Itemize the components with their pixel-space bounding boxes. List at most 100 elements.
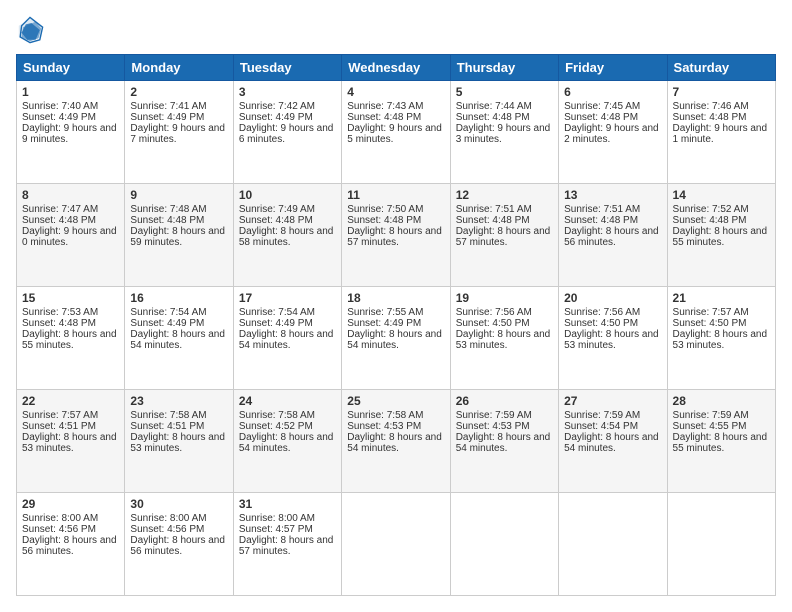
calendar-cell: 15Sunrise: 7:53 AMSunset: 4:48 PMDayligh… [17,287,125,390]
sunrise: Sunrise: 7:58 AM [347,410,423,421]
calendar-cell: 8 Sunrise: 7:47 AMSunset: 4:48 PMDaylight… [17,184,125,287]
sunset: Sunset: 4:48 PM [673,215,747,226]
daylight: Daylight: 9 hours and 0 minutes. [22,226,117,248]
calendar-cell: 7Sunrise: 7:46 AMSunset: 4:48 PMDaylight… [667,81,775,184]
day-number: 30 [130,497,227,511]
day-number: 26 [456,394,553,408]
daylight: Daylight: 8 hours and 54 minutes. [130,329,225,351]
day-number: 24 [239,394,336,408]
sunrise: Sunrise: 7:50 AM [347,204,423,215]
sunset: Sunset: 4:51 PM [130,421,204,432]
day-number: 8 [22,188,119,202]
daylight: Daylight: 9 hours and 7 minutes. [130,123,225,145]
day-number: 29 [22,497,119,511]
sunset: Sunset: 4:48 PM [22,318,96,329]
day-number: 15 [22,291,119,305]
header [16,16,776,44]
calendar-cell: 20Sunrise: 7:56 AMSunset: 4:50 PMDayligh… [559,287,667,390]
calendar-cell: 10Sunrise: 7:49 AMSunset: 4:48 PMDayligh… [233,184,341,287]
day-header-sunday: Sunday [17,55,125,81]
daylight: Daylight: 8 hours and 54 minutes. [456,432,551,454]
sunrise: Sunrise: 8:00 AM [130,513,206,524]
daylight: Daylight: 8 hours and 56 minutes. [130,535,225,557]
calendar-cell: 11Sunrise: 7:50 AMSunset: 4:48 PMDayligh… [342,184,450,287]
sunrise: Sunrise: 7:56 AM [456,307,532,318]
week-row-3: 15 Sunrise: 7:53 AMSunset: 4:48 PM Dayligh… [17,287,776,390]
day-number: 19 [456,291,553,305]
sunset: Sunset: 4:48 PM [564,112,638,123]
daylight: Daylight: 8 hours and 54 minutes. [239,329,334,351]
calendar: SundayMondayTuesdayWednesdayThursdayFrid… [16,54,776,596]
sunset: Sunset: 4:48 PM [130,215,204,226]
calendar-cell: 3Sunrise: 7:42 AMSunset: 4:49 PMDaylight… [233,81,341,184]
daylight: Daylight: 8 hours and 58 minutes. [239,226,334,248]
sunrise: Sunrise: 7:54 AM [239,307,315,318]
day-number: 23 [130,394,227,408]
daylight: Daylight: 8 hours and 53 minutes. [456,329,551,351]
sunset: Sunset: 4:48 PM [22,215,96,226]
calendar-cell: 24Sunrise: 7:58 AMSunset: 4:52 PMDayligh… [233,390,341,493]
sunset: Sunset: 4:52 PM [239,421,313,432]
daylight: Daylight: 8 hours and 53 minutes. [673,329,768,351]
calendar-cell: 26Sunrise: 7:59 AMSunset: 4:53 PMDayligh… [450,390,558,493]
sunset: Sunset: 4:48 PM [564,215,638,226]
calendar-cell: 17Sunrise: 7:54 AMSunset: 4:49 PMDayligh… [233,287,341,390]
sunrise: Sunrise: 7:40 AM [22,101,98,112]
daylight: Daylight: 8 hours and 53 minutes. [130,432,225,454]
calendar-cell: 18Sunrise: 7:55 AMSunset: 4:49 PMDayligh… [342,287,450,390]
day-header-thursday: Thursday [450,55,558,81]
day-number: 31 [239,497,336,511]
calendar-cell: 31Sunrise: 8:00 AMSunset: 4:57 PMDayligh… [233,493,341,596]
calendar-cell: 4Sunrise: 7:43 AMSunset: 4:48 PMDaylight… [342,81,450,184]
sunset: Sunset: 4:48 PM [347,215,421,226]
calendar-cell: 27Sunrise: 7:59 AMSunset: 4:54 PMDayligh… [559,390,667,493]
calendar-cell: 12Sunrise: 7:51 AMSunset: 4:48 PMDayligh… [450,184,558,287]
sunrise: Sunrise: 7:56 AM [564,307,640,318]
sunset: Sunset: 4:49 PM [130,112,204,123]
sunrise: Sunrise: 7:52 AM [673,204,749,215]
calendar-cell [667,493,775,596]
sunset: Sunset: 4:49 PM [239,112,313,123]
day-number: 27 [564,394,661,408]
sunset: Sunset: 4:50 PM [564,318,638,329]
daylight: Daylight: 9 hours and 5 minutes. [347,123,442,145]
calendar-cell: 6Sunrise: 7:45 AMSunset: 4:48 PMDaylight… [559,81,667,184]
week-row-4: 22Sunrise: 7:57 AMSunset: 4:51 PMDayligh… [17,390,776,493]
day-number: 21 [673,291,770,305]
day-number: 6 [564,85,661,99]
calendar-cell [559,493,667,596]
day-number: 17 [239,291,336,305]
sunrise: Sunrise: 7:47 AM [22,204,98,215]
sunset: Sunset: 4:56 PM [130,524,204,535]
calendar-cell: 9Sunrise: 7:48 AMSunset: 4:48 PMDaylight… [125,184,233,287]
daylight: Daylight: 8 hours and 56 minutes. [564,226,659,248]
sunrise: Sunrise: 7:41 AM [130,101,206,112]
sunrise: Sunrise: 7:53 AM [22,307,98,318]
sunrise: Sunrise: 7:58 AM [239,410,315,421]
calendar-cell: 30 Sunrise: 8:00 AMSunset: 4:56 PMDayligh… [125,493,233,596]
calendar-cell: 2Sunrise: 7:41 AMSunset: 4:49 PMDaylight… [125,81,233,184]
sunrise: Sunrise: 7:43 AM [347,101,423,112]
daylight: Daylight: 8 hours and 55 minutes. [673,432,768,454]
calendar-cell: 16Sunrise: 7:54 AMSunset: 4:49 PMDayligh… [125,287,233,390]
calendar-cell: 13Sunrise: 7:51 AMSunset: 4:48 PMDayligh… [559,184,667,287]
calendar-cell: 14Sunrise: 7:52 AMSunset: 4:48 PMDayligh… [667,184,775,287]
day-header-friday: Friday [559,55,667,81]
sunset: Sunset: 4:48 PM [456,112,530,123]
sunrise: Sunrise: 7:45 AM [564,101,640,112]
sunrise: Sunrise: 7:57 AM [22,410,98,421]
daylight: Daylight: 8 hours and 59 minutes. [130,226,225,248]
logo [16,16,48,44]
week-row-2: 8Sunrise: 7:47 AMSunset: 4:48 PMDaylight… [17,184,776,287]
daylight: Daylight: 9 hours and 3 minutes. [456,123,551,145]
sunrise: Sunrise: 7:42 AM [239,101,315,112]
calendar-cell: 22Sunrise: 7:57 AMSunset: 4:51 PMDayligh… [17,390,125,493]
day-number: 9 [130,188,227,202]
daylight: Daylight: 8 hours and 57 minutes. [456,226,551,248]
daylight: Daylight: 8 hours and 53 minutes. [564,329,659,351]
sunrise: Sunrise: 7:55 AM [347,307,423,318]
sunset: Sunset: 4:50 PM [456,318,530,329]
day-header-saturday: Saturday [667,55,775,81]
calendar-cell: 1Sunrise: 7:40 AMSunset: 4:49 PMDaylight… [17,81,125,184]
daylight: Daylight: 8 hours and 56 minutes. [22,535,117,557]
